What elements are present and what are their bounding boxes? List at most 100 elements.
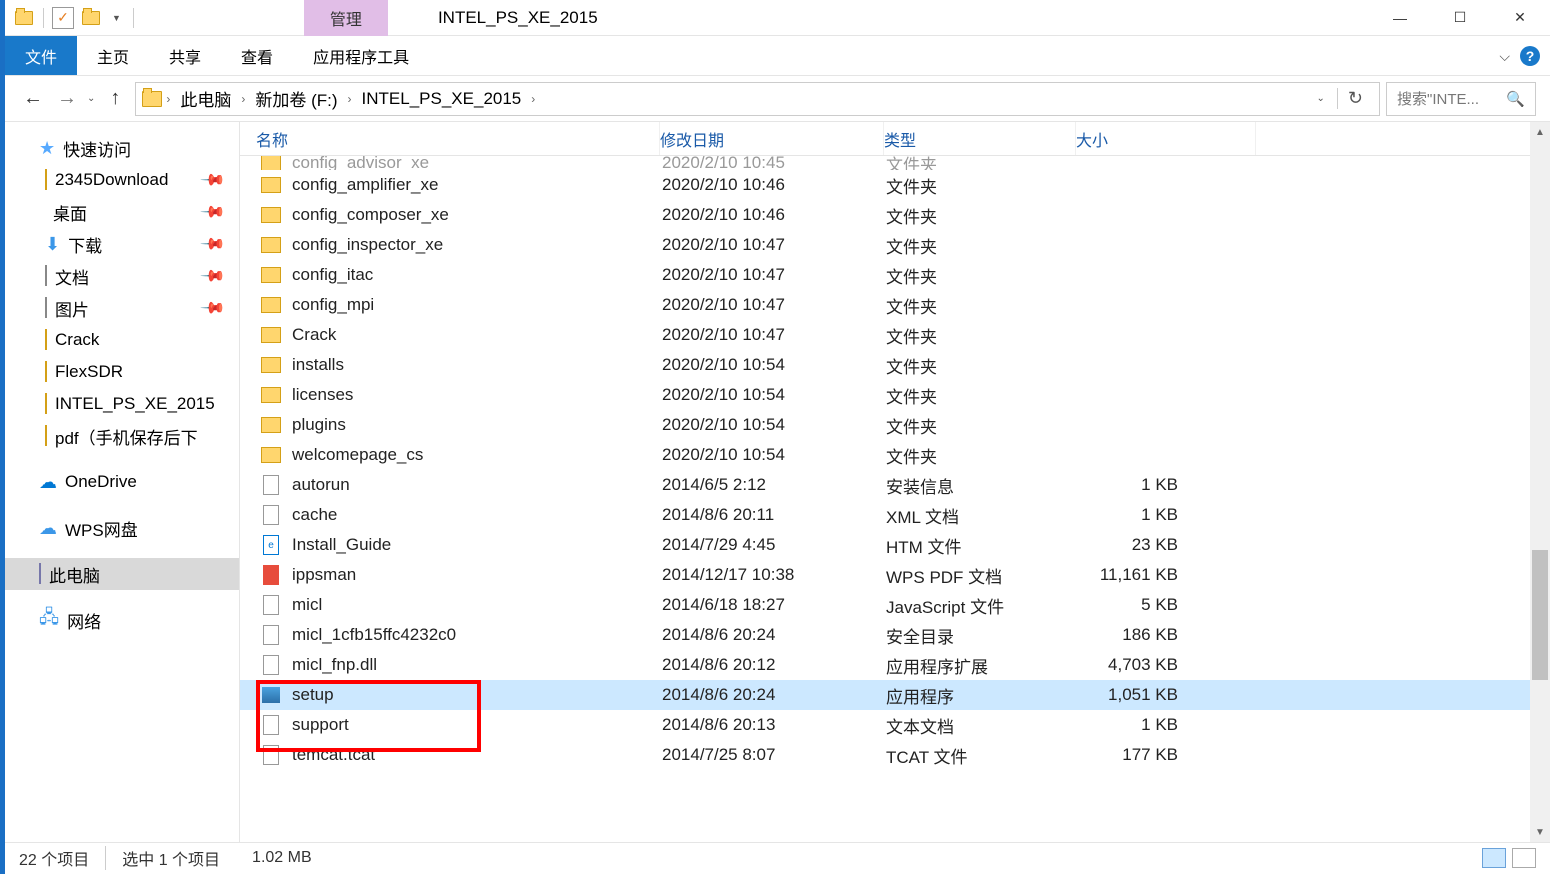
file-row[interactable]: ippsman2014/12/17 10:38WPS PDF 文档11,161 …	[240, 560, 1530, 590]
details-view-icon[interactable]	[1482, 848, 1506, 868]
minimize-button[interactable]: —	[1370, 0, 1430, 36]
scroll-down-icon[interactable]: ▼	[1530, 822, 1550, 842]
file-row[interactable]: config_inspector_xe2020/2/10 10:47文件夹	[240, 230, 1530, 260]
sidebar-item[interactable]: Crack	[5, 324, 239, 356]
scroll-track[interactable]	[1530, 142, 1550, 822]
sidebar-item[interactable]: 2345Download📌	[5, 164, 239, 196]
file-name: config_amplifier_xe	[292, 175, 662, 195]
forward-button[interactable]: →	[53, 85, 81, 113]
help-icon[interactable]: ?	[1520, 46, 1540, 66]
new-folder-qat-icon[interactable]	[80, 7, 102, 29]
file-icon	[260, 504, 282, 526]
breadcrumb-folder[interactable]: INTEL_PS_XE_2015	[356, 89, 528, 109]
file-size: 5 KB	[1078, 595, 1188, 615]
share-tab[interactable]: 共享	[149, 36, 221, 75]
ribbon-expand-icon[interactable]: ⌵	[1499, 48, 1510, 65]
sidebar-item-label: FlexSDR	[55, 362, 123, 382]
file-type: TCAT 文件	[886, 743, 1078, 768]
column-header-date[interactable]: 修改日期	[660, 122, 884, 155]
file-row[interactable]: installs2020/2/10 10:54文件夹	[240, 350, 1530, 380]
sidebar-onedrive[interactable]: ☁ OneDrive	[5, 466, 239, 498]
file-row[interactable]: support2014/8/6 20:13文本文档1 KB	[240, 710, 1530, 740]
file-date: 2014/12/17 10:38	[662, 565, 886, 585]
file-date: 2014/6/5 2:12	[662, 475, 886, 495]
chevron-right-icon[interactable]: ›	[348, 92, 352, 106]
file-date: 2014/8/6 20:11	[662, 505, 886, 525]
address-bar[interactable]: › 此电脑 › 新加卷 (F:) › INTEL_PS_XE_2015 › ⌄ …	[135, 82, 1380, 116]
sidebar-item[interactable]: 文档📌	[5, 260, 239, 292]
file-size: 1 KB	[1078, 475, 1188, 495]
pin-icon: 📌	[199, 166, 227, 194]
sidebar-item-label: WPS网盘	[65, 516, 138, 541]
folder-icon	[260, 156, 282, 170]
file-row[interactable]: config_itac2020/2/10 10:47文件夹	[240, 260, 1530, 290]
file-row[interactable]: micl_fnp.dll2014/8/6 20:12应用程序扩展4,703 KB	[240, 650, 1530, 680]
file-row[interactable]: config_amplifier_xe2020/2/10 10:46文件夹	[240, 170, 1530, 200]
file-row[interactable]: config_advisor_xe2020/2/10 10:45文件夹	[240, 156, 1530, 170]
chevron-right-icon[interactable]: ›	[241, 92, 245, 106]
scroll-thumb[interactable]	[1532, 550, 1548, 680]
column-header-size[interactable]: 大小	[1076, 122, 1256, 155]
chevron-right-icon[interactable]: ›	[166, 92, 170, 106]
sidebar-item-label: pdf（手机保存后下	[55, 424, 198, 449]
file-row[interactable]: cache2014/8/6 20:11XML 文档1 KB	[240, 500, 1530, 530]
view-tab[interactable]: 查看	[221, 36, 293, 75]
sidebar-item[interactable]: 图片📌	[5, 292, 239, 324]
refresh-icon[interactable]: ↻	[1337, 88, 1373, 109]
scroll-up-icon[interactable]: ▲	[1530, 122, 1550, 142]
sidebar-item[interactable]: INTEL_PS_XE_2015	[5, 388, 239, 420]
app-tools-tab[interactable]: 应用程序工具	[293, 36, 429, 75]
sidebar-wps[interactable]: ☁ WPS网盘	[5, 512, 239, 544]
file-row[interactable]: Crack2020/2/10 10:47文件夹	[240, 320, 1530, 350]
address-folder-icon	[142, 91, 162, 107]
chevron-right-icon[interactable]: ›	[531, 92, 535, 106]
search-input[interactable]: 搜索"INTE... 🔍	[1386, 82, 1536, 116]
folder-icon	[260, 174, 282, 196]
file-row[interactable]: welcomepage_cs2020/2/10 10:54文件夹	[240, 440, 1530, 470]
file-row[interactable]: config_composer_xe2020/2/10 10:46文件夹	[240, 200, 1530, 230]
file-tab[interactable]: 文件	[5, 36, 77, 75]
ribbon-context-label: 管理	[304, 0, 388, 36]
file-row[interactable]: micl_1cfb15ffc4232c02014/8/6 20:24安全目录18…	[240, 620, 1530, 650]
file-name: temcat.tcat	[292, 745, 662, 765]
breadcrumb-drive[interactable]: 新加卷 (F:)	[249, 86, 343, 111]
file-row[interactable]: eInstall_Guide2014/7/29 4:45HTM 文件23 KB	[240, 530, 1530, 560]
file-row[interactable]: temcat.tcat2014/7/25 8:07TCAT 文件177 KB	[240, 740, 1530, 770]
recent-locations-dropdown[interactable]: ⌄	[87, 93, 95, 104]
back-button[interactable]: ←	[19, 85, 47, 113]
qat-dropdown-icon[interactable]: ▼	[108, 13, 125, 23]
pc-icon	[39, 564, 41, 584]
breadcrumb-thispc[interactable]: 此电脑	[174, 86, 237, 111]
sidebar-quick-access[interactable]: ★ 快速访问	[5, 132, 239, 164]
column-header-name[interactable]: 名称	[240, 122, 660, 155]
pin-icon: 📌	[199, 294, 227, 322]
up-button[interactable]: ↑	[101, 85, 129, 113]
column-header-type[interactable]: 类型	[884, 122, 1076, 155]
sidebar-network[interactable]: 🖧 网络	[5, 604, 239, 636]
sidebar-item[interactable]: 桌面📌	[5, 196, 239, 228]
maximize-button[interactable]: ☐	[1430, 0, 1490, 36]
file-name: micl_fnp.dll	[292, 655, 662, 675]
file-rows: config_advisor_xe2020/2/10 10:45文件夹confi…	[240, 156, 1530, 842]
file-row[interactable]: plugins2020/2/10 10:54文件夹	[240, 410, 1530, 440]
file-name: ippsman	[292, 565, 662, 585]
file-row[interactable]: autorun2014/6/5 2:12安装信息1 KB	[240, 470, 1530, 500]
file-row[interactable]: setup2014/8/6 20:24应用程序1,051 KB	[240, 680, 1530, 710]
file-row[interactable]: micl2014/6/18 18:27JavaScript 文件5 KB	[240, 590, 1530, 620]
sidebar-item-label: 网络	[67, 608, 101, 633]
address-history-dropdown[interactable]: ⌄	[1311, 93, 1331, 104]
file-row[interactable]: licenses2020/2/10 10:54文件夹	[240, 380, 1530, 410]
close-button[interactable]: ✕	[1490, 0, 1550, 36]
large-icons-view-icon[interactable]	[1512, 848, 1536, 868]
file-type: 文件夹	[886, 323, 1078, 348]
sidebar-item-label: 快速访问	[63, 136, 131, 161]
home-tab[interactable]: 主页	[77, 36, 149, 75]
htm-icon: e	[260, 534, 282, 556]
properties-qat-icon[interactable]: ✓	[52, 7, 74, 29]
file-row[interactable]: config_mpi2020/2/10 10:47文件夹	[240, 290, 1530, 320]
vertical-scrollbar[interactable]: ▲ ▼	[1530, 122, 1550, 842]
sidebar-item[interactable]: pdf（手机保存后下	[5, 420, 239, 452]
sidebar-this-pc[interactable]: 此电脑	[5, 558, 239, 590]
sidebar-item[interactable]: FlexSDR	[5, 356, 239, 388]
sidebar-item[interactable]: ⬇下载📌	[5, 228, 239, 260]
